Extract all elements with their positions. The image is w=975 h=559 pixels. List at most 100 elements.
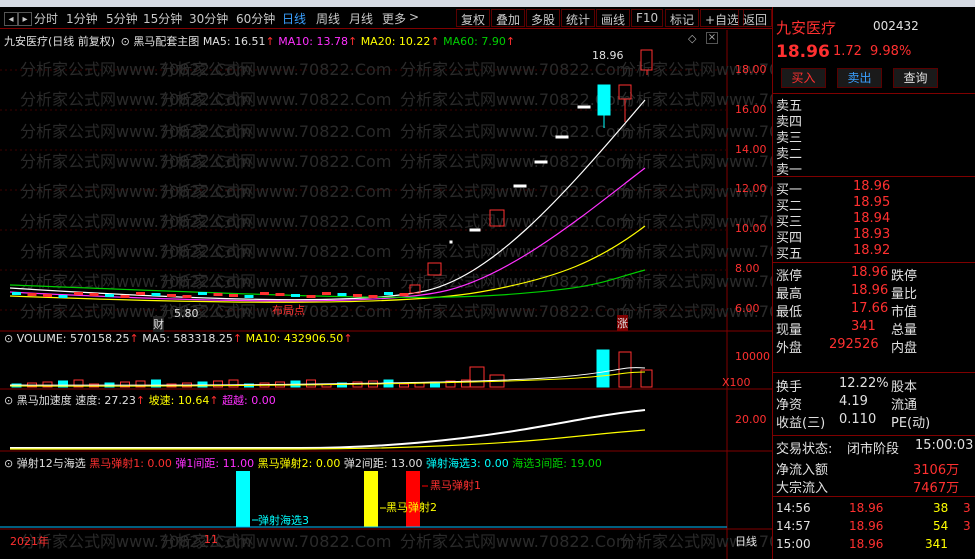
period-tab-5min[interactable]: 5分钟 [106,10,138,27]
watermark-text: 分析家公式网www.70822.Com [400,122,631,141]
volume-settings-icon[interactable]: ⊙ [4,332,13,345]
candle [384,292,393,295]
more-chevron-icon[interactable]: > [409,10,419,24]
period-tab-monthly[interactable]: 月线 [349,10,373,27]
tick-volume: 341 [925,537,948,551]
scroll-right-icon[interactable]: ▸ [18,12,32,26]
year-label: 2021年 [10,535,49,548]
candle [105,294,114,297]
finance-marker[interactable]: 财 [153,316,164,332]
watermark-text: 分析家公式网www.70822.Com [160,90,391,109]
bid-level-price: 18.93 [853,227,891,242]
watermark-text: 分析家公式网www.70822.Com [620,122,772,141]
horse-shot1-label: 黑马弹射1 [430,479,481,492]
stat-value: 341 [851,319,876,334]
volume-header: ⊙ VOLUME: 570158.25↑ MA5: 583318.25↑ MA1… [4,332,353,345]
watermark-text: 分析家公式网www.70822.Com [400,152,631,171]
stat-label: 净资 [776,398,803,413]
query-button[interactable]: 查询 [893,68,938,88]
candle [260,292,269,295]
diamond-icon[interactable]: ◇ [688,32,696,45]
back-button[interactable]: 返回 [738,9,773,27]
period-tab-more[interactable]: 更多 [382,10,406,27]
close-icon[interactable]: × [706,32,718,44]
volume-value: VOLUME: 570158.25 [16,332,130,345]
mark-button[interactable]: 标记 [665,9,700,27]
tick-volume: 38 [933,501,949,515]
candle [399,293,409,296]
block-inflow-label: 大宗流入 [776,481,829,496]
buy-button[interactable]: 买入 [781,68,826,88]
statistics-button[interactable]: 统计 [561,9,596,27]
stat-label: 现量 [776,323,803,338]
candle [244,295,254,298]
chart-area[interactable]: 分析家公式网www.70822.Com分析家公式网www.70822.Com 分析… [0,30,772,559]
period-tab-15min[interactable]: 15分钟 [143,10,182,27]
tick-volume: 54 [933,519,949,533]
volume-ma5: MA5: 583318.25 [142,332,233,345]
candle [555,135,569,139]
stock-name: 九安医疗 [776,19,837,37]
candle [449,240,453,244]
overlay-button[interactable]: 叠加 [491,9,526,27]
period-tab-weekly[interactable]: 周线 [316,10,340,27]
candle [58,295,68,298]
slope-line [10,429,646,450]
candle [597,84,611,116]
price-change: 1.72 [833,44,862,59]
bid-level-price: 18.95 [853,195,891,210]
sell-button[interactable]: 卖出 [837,68,882,88]
volume-bar [306,379,316,388]
price-change-pct: 9.98% [870,44,912,59]
stat-label: PE(动) [891,416,931,431]
period-tab-60min[interactable]: 60分钟 [236,10,275,27]
candle [167,294,176,297]
restore-rights-button[interactable]: 复权 [456,9,491,27]
speed-settings-icon[interactable]: ⊙ [4,394,13,407]
period-tab-daily[interactable]: 日线 [282,10,306,27]
volume-unit: X100 [722,376,751,389]
tick-time: 14:56 [776,501,811,515]
period-tab-1min[interactable]: 1分钟 [66,10,98,27]
shot-settings-icon[interactable]: ⊙ [4,457,13,470]
tick-time: 15:00 [776,537,811,551]
bid-level-price: 18.94 [853,211,891,226]
limit-up-marker[interactable]: 涨 [617,315,628,331]
sea-shot3-value: 弹射海选3: 0.00 [426,457,509,470]
watermark-text: 分析家公式网www.70822.Com [160,212,391,231]
stat-value: 17.66 [851,301,889,316]
slope-value: 坡速: 10.64 [148,394,210,407]
horse-shot2-label: 黑马弹射2 [386,501,437,514]
multi-stock-button[interactable]: 多股 [526,9,561,27]
f10-button[interactable]: F10 [631,9,664,27]
current-price: 18.96 [776,42,830,62]
price-tick: 18.00 [735,63,767,76]
volume-bar [596,349,610,388]
period-tab-fenshi[interactable]: 分时 [34,10,58,27]
stat-label: 收益(三) [776,416,826,431]
stat-label: 换手 [776,380,803,395]
horse-shot1-value: 黑马弹射1: 0.00 [89,457,172,470]
stat-value: 18.96 [851,265,889,280]
indicator-settings-icon[interactable]: ⊙ [121,35,130,48]
candle [513,184,527,188]
candle [12,292,21,295]
net-inflow-value: 3106万 [913,463,960,478]
draw-line-button[interactable]: 画线 [596,9,631,27]
candle [322,292,331,295]
indicator-name[interactable]: 黑马配套主图 [133,35,199,48]
ma20-value: MA20: 10.22 [360,35,431,48]
month-label: 11 [204,533,218,546]
candle [120,295,130,298]
shot-indicator-name: 弹射12与海选 [16,457,86,470]
volume-bar [640,369,653,388]
candle [229,294,238,297]
candle [43,294,52,297]
price-tick: 8.00 [735,262,760,275]
period-tab-30min[interactable]: 30分钟 [189,10,228,27]
trade-status-label: 交易状态: [776,442,833,457]
stock-code: 002432 [873,19,919,33]
watermark-text: 分析家公式网www.70822.Com [160,182,391,201]
low-price-label: 5.80 [174,307,199,320]
scroll-left-icon[interactable]: ◂ [4,12,18,26]
